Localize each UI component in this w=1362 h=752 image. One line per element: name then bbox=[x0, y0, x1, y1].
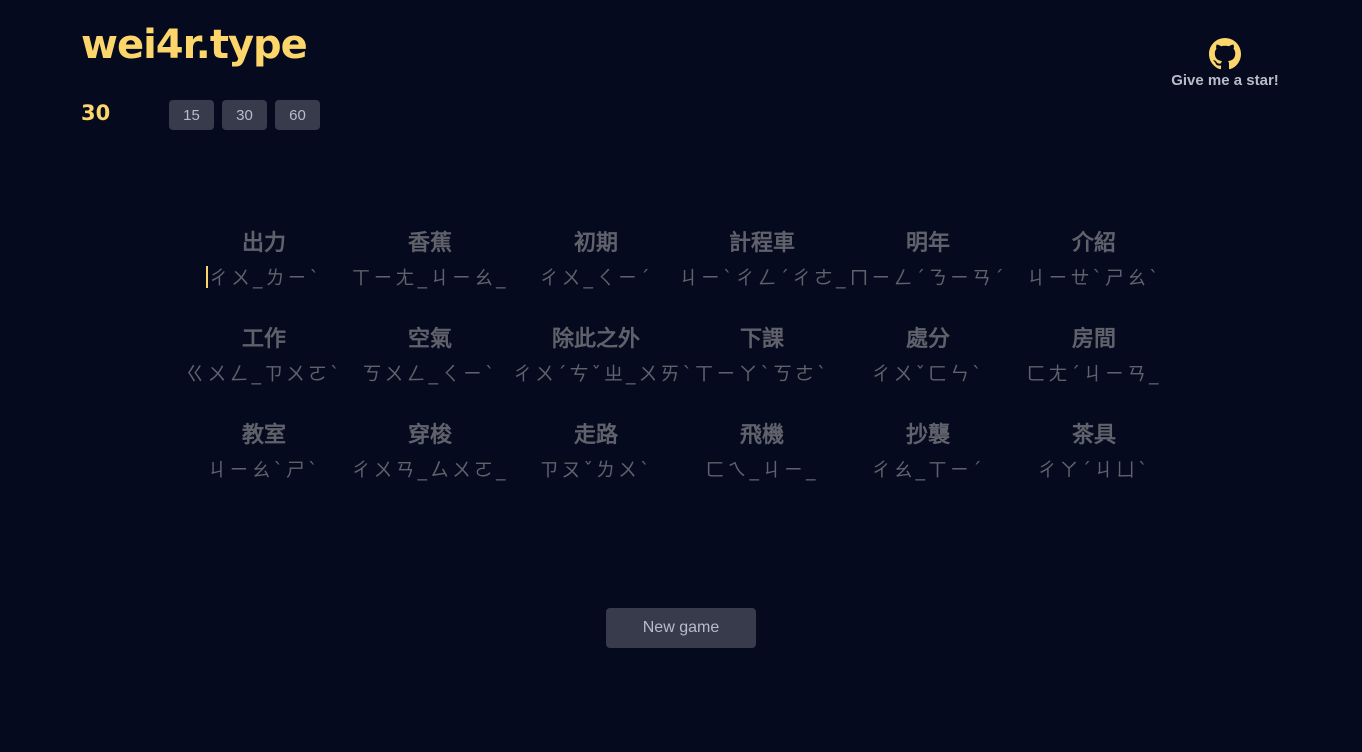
word-zhuyin: ㄈㄟ_ㄐㄧ_ bbox=[705, 459, 819, 481]
word-characters: 飛機 bbox=[739, 423, 784, 448]
word-item: 介紹 ㄐㄧㄝˋㄕㄠˋ bbox=[1011, 226, 1177, 294]
word-characters: 空氣 bbox=[407, 327, 452, 352]
timer-display: 30 bbox=[81, 101, 111, 125]
word-characters: 香蕉 bbox=[407, 231, 452, 256]
word-zhuyin: ㄔㄨㄢ_ㄙㄨㄛ_ bbox=[351, 459, 509, 481]
new-game-button[interactable]: New game bbox=[606, 608, 756, 648]
github-star-link[interactable]: Give me a star! bbox=[1165, 38, 1285, 89]
word-item: 香蕉 ㄒㄧㄤ_ㄐㄧㄠ_ bbox=[347, 226, 513, 294]
word-characters: 除此之外 bbox=[551, 327, 640, 352]
duration-30-button[interactable]: 30 bbox=[222, 100, 267, 130]
word-item: 工作 ㄍㄨㄥ_ㄗㄨㄛˋ bbox=[181, 322, 347, 390]
word-zhuyin: ㄔㄠ_ㄒㄧˊ bbox=[871, 459, 985, 481]
word-item: 教室 ㄐㄧㄠˋㄕˋ bbox=[181, 418, 347, 486]
word-characters: 穿梭 bbox=[407, 423, 452, 448]
word-zhuyin: ㄍㄨㄥ_ㄗㄨㄛˋ bbox=[185, 363, 343, 385]
github-star-label: Give me a star! bbox=[1171, 72, 1279, 89]
word-characters: 茶具 bbox=[1071, 423, 1116, 448]
word-characters: 下課 bbox=[739, 327, 784, 352]
duration-60-button[interactable]: 60 bbox=[275, 100, 320, 130]
word-item: 穿梭 ㄔㄨㄢ_ㄙㄨㄛ_ bbox=[347, 418, 513, 486]
word-item: 飛機 ㄈㄟ_ㄐㄧ_ bbox=[679, 418, 845, 486]
word-item: 茶具 ㄔㄚˊㄐㄩˋ bbox=[1011, 418, 1177, 486]
word-characters: 處分 bbox=[905, 327, 950, 352]
app-logo: wei4r.type bbox=[81, 22, 308, 68]
word-item: 下課 ㄒㄧㄚˋㄎㄜˋ bbox=[679, 322, 845, 390]
word-zhuyin: ㄒㄧㄤ_ㄐㄧㄠ_ bbox=[351, 267, 509, 289]
word-zhuyin: ㄔㄨ_ㄌㄧˋ bbox=[181, 262, 347, 294]
word-item: 初期 ㄔㄨ_ㄑㄧˊ bbox=[513, 226, 679, 294]
word-characters: 教室 bbox=[241, 423, 286, 448]
word-zhuyin: ㄔㄨ_ㄑㄧˊ bbox=[539, 267, 653, 289]
word-zhuyin: ㄒㄧㄚˋㄎㄜˋ bbox=[694, 363, 830, 385]
word-zhuyin: ㄐㄧˋㄔㄥˊㄔㄜ_ bbox=[679, 267, 849, 289]
word-zhuyin: ㄔㄚˊㄐㄩˋ bbox=[1037, 459, 1151, 481]
word-characters: 走路 bbox=[573, 423, 618, 448]
word-zhuyin-text: ㄔㄨ_ㄌㄧˋ bbox=[208, 267, 322, 289]
word-item: 空氣 ㄎㄨㄥ_ㄑㄧˋ bbox=[347, 322, 513, 390]
typing-caret bbox=[205, 266, 208, 288]
duration-selector: 15 30 60 bbox=[169, 100, 320, 130]
word-characters: 計程車 bbox=[728, 231, 795, 256]
word-characters: 房間 bbox=[1071, 327, 1116, 352]
word-item: 走路 ㄗㄡˇㄌㄨˋ bbox=[513, 418, 679, 486]
word-zhuyin: ㄇㄧㄥˊㄋㄧㄢˊ bbox=[849, 267, 1007, 289]
word-characters: 初期 bbox=[573, 231, 618, 256]
word-zhuyin: ㄈㄤˊㄐㄧㄢ_ bbox=[1026, 363, 1162, 385]
duration-15-button[interactable]: 15 bbox=[169, 100, 214, 130]
word-item: 除此之外 ㄔㄨˊㄘˇㄓ_ㄨㄞˋ bbox=[513, 322, 696, 390]
word-item: 房間 ㄈㄤˊㄐㄧㄢ_ bbox=[1011, 322, 1177, 390]
word-zhuyin: ㄗㄡˇㄌㄨˋ bbox=[539, 459, 653, 481]
app-root: wei4r.type 30 15 30 60 Give me a star! 出… bbox=[0, 0, 1362, 752]
word-item: 抄襲 ㄔㄠ_ㄒㄧˊ bbox=[845, 418, 1011, 486]
word-characters: 明年 bbox=[905, 231, 950, 256]
word-zhuyin: ㄐㄧㄝˋㄕㄠˋ bbox=[1026, 267, 1162, 289]
word-characters: 工作 bbox=[241, 327, 286, 352]
word-item: 處分 ㄔㄨˇㄈㄣˋ bbox=[845, 322, 1011, 390]
word-zhuyin: ㄎㄨㄥ_ㄑㄧˋ bbox=[362, 363, 498, 385]
word-zhuyin: ㄐㄧㄠˋㄕˋ bbox=[207, 459, 321, 481]
word-zhuyin: ㄔㄨˊㄘˇㄓ_ㄨㄞˋ bbox=[513, 363, 696, 385]
word-zhuyin: ㄔㄨˇㄈㄣˋ bbox=[871, 363, 985, 385]
github-icon bbox=[1209, 38, 1241, 70]
word-grid: 出力 ㄔㄨ_ㄌㄧˋ 香蕉 ㄒㄧㄤ_ㄐㄧㄠ_ 初期 ㄔㄨ_ㄑㄧˊ 計程車 ㄐㄧˋㄔ… bbox=[181, 226, 1181, 486]
word-characters: 介紹 bbox=[1071, 231, 1116, 256]
word-item: 計程車 ㄐㄧˋㄔㄥˊㄔㄜ_ bbox=[679, 226, 849, 294]
word-item: 明年 ㄇㄧㄥˊㄋㄧㄢˊ bbox=[845, 226, 1011, 294]
word-item: 出力 ㄔㄨ_ㄌㄧˋ bbox=[181, 226, 347, 294]
word-characters: 出力 bbox=[241, 231, 286, 256]
word-characters: 抄襲 bbox=[905, 423, 950, 448]
